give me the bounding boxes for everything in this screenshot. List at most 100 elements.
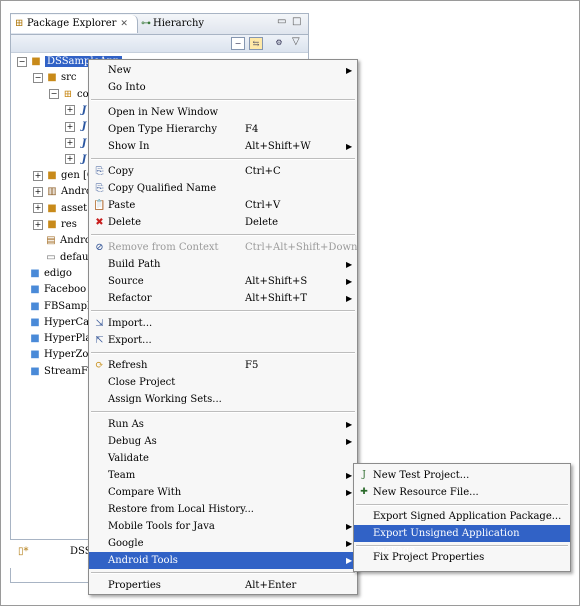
tree-item[interactable]: ■ StreamF <box>17 364 88 380</box>
submenu-item-export-unsigned-application-package[interactable]: Export Unsigned Application Package... <box>354 525 570 556</box>
menu-item-new[interactable]: New ▶ <box>89 62 357 79</box>
menu-item-open-type-hierarchy[interactable]: Open Type Hierarchy F4 <box>89 121 357 138</box>
collapse-toggle-icon[interactable]: − <box>17 56 27 67</box>
menu-item-debug-as[interactable]: Debug As ▶ <box>89 433 357 450</box>
menu-item-shortcut: Alt+Shift+W <box>245 141 311 152</box>
menu-item-show-in[interactable]: Show In Alt+Shift+W ▶ <box>89 138 357 155</box>
tree-item-label: asset <box>61 202 88 214</box>
menu-item-label: Paste <box>108 200 136 211</box>
menu-item-label: New <box>108 65 132 76</box>
manifest-icon: ▤ <box>46 235 56 247</box>
menu-item-label: Export... <box>108 335 152 346</box>
menu-item-build-path[interactable]: Build Path ▶ <box>89 256 357 273</box>
tab-package-explorer[interactable]: ⊞ Package Explorer ✕ <box>11 15 138 33</box>
expand-toggle-icon[interactable]: + <box>33 219 43 230</box>
tree-item-label: src <box>61 72 77 84</box>
tree-item-label: co <box>77 88 89 100</box>
menu-item-shortcut: Alt+Enter <box>245 580 297 591</box>
collapse-toggle-icon[interactable]: − <box>33 72 43 83</box>
menu-item-import[interactable]: ⇲ Import... <box>89 315 357 332</box>
tree-item[interactable]: ■ edigo <box>17 266 72 282</box>
menu-item-android-tools[interactable]: Android Tools ▶ <box>89 552 357 569</box>
menu-item-label: Run As <box>108 419 144 430</box>
folder-icon: ■ <box>47 202 57 214</box>
menu-item-copy[interactable]: ⎘ Copy Ctrl+C <box>89 163 357 180</box>
tree-item[interactable]: − ⊞ co <box>49 87 89 103</box>
tree-item[interactable]: ▭ defau <box>33 250 88 266</box>
submenu-item-new-resource-file[interactable]: ✚ New Resource File... <box>354 484 570 501</box>
menu-item-paste[interactable]: 📋 Paste Ctrl+V <box>89 197 357 214</box>
menu-item-go-into[interactable]: Go Into <box>89 79 357 96</box>
minimize-icon[interactable]: ▭ <box>277 16 286 27</box>
expand-toggle-icon[interactable]: + <box>65 121 75 132</box>
menu-item-close-project[interactable]: Close Project <box>89 374 357 391</box>
expand-toggle-icon[interactable]: + <box>33 186 43 197</box>
test-project-icon: J <box>362 470 366 480</box>
gen-folder-icon: ■ <box>47 170 57 182</box>
menu-item-export[interactable]: ⇱ Export... <box>89 332 357 349</box>
export-icon: ⇱ <box>95 335 104 346</box>
expand-toggle-icon[interactable]: + <box>33 170 43 181</box>
menu-item-assign-working-sets[interactable]: Assign Working Sets... <box>89 391 357 408</box>
tree-item[interactable]: − ■ src <box>33 70 77 86</box>
tree-item[interactable]: ▤ Andro <box>33 233 91 249</box>
collapse-all-icon[interactable]: − <box>231 37 245 50</box>
menu-item-label: Refactor <box>108 293 152 304</box>
filter-icon[interactable]: ⚙ <box>273 37 285 48</box>
expand-toggle-icon[interactable]: + <box>65 138 75 148</box>
expand-toggle-icon[interactable]: + <box>33 203 43 214</box>
submenu-item-fix-project-properties[interactable]: Fix Project Properties <box>354 549 570 566</box>
menu-item-open-in-new-window[interactable]: Open in New Window <box>89 104 357 121</box>
tree-item[interactable]: ■ FBSampl <box>17 299 90 315</box>
menu-item-google[interactable]: Google ▶ <box>89 535 357 552</box>
menu-item-shortcut: F5 <box>245 360 259 371</box>
menu-item-properties[interactable]: Properties Alt+Enter <box>89 577 357 594</box>
menu-item-validate[interactable]: Validate <box>89 450 357 467</box>
submenu-item-label: Fix Project Properties <box>373 552 485 563</box>
menu-item-shortcut: Delete <box>245 217 278 228</box>
menu-item-label: Close Project <box>108 377 176 388</box>
menu-item-copy-qualified-name[interactable]: ⎘ Copy Qualified Name <box>89 180 357 197</box>
folder-icon: ■ <box>47 219 57 230</box>
view-menu-icon[interactable]: ▽ <box>292 36 300 47</box>
menu-item-source[interactable]: Source Alt+Shift+S ▶ <box>89 273 357 290</box>
menu-item-label: Assign Working Sets... <box>108 394 222 405</box>
tab-hierarchy[interactable]: ⊶ Hierarchy <box>137 15 215 33</box>
menu-item-run-as[interactable]: Run As ▶ <box>89 416 357 433</box>
tree-item[interactable]: ■ HyperZo <box>17 347 88 363</box>
submenu-item-new-test-project[interactable]: J New Test Project... <box>354 467 570 484</box>
menu-item-compare-with[interactable]: Compare With ▶ <box>89 484 357 501</box>
tree-item[interactable]: ■ HyperPla <box>17 331 91 347</box>
submenu-item-label: Export Signed Application Package... <box>373 511 562 522</box>
collapse-toggle-icon[interactable]: − <box>49 89 59 100</box>
menu-item-mobile-tools-for-java[interactable]: Mobile Tools for Java ▶ <box>89 518 357 535</box>
maximize-icon[interactable]: □ <box>292 16 301 27</box>
menu-item-restore-from-local-history[interactable]: Restore from Local History... <box>89 501 357 518</box>
paste-icon: 📋 <box>93 200 106 211</box>
tree-item[interactable]: ■ Faceboo <box>17 282 86 298</box>
tree-item[interactable]: + ■ asset <box>33 201 87 217</box>
tree-item[interactable]: + ■ res <box>33 217 77 233</box>
expand-toggle-icon[interactable]: + <box>65 105 75 116</box>
tree-item[interactable]: + ■ gen [G <box>33 168 95 184</box>
menu-item-refactor[interactable]: Refactor Alt+Shift+T ▶ <box>89 290 357 307</box>
menu-item-delete[interactable]: ✖ Delete Delete <box>89 214 357 231</box>
menu-item-refresh[interactable]: ⟳ Refresh F5 <box>89 357 357 374</box>
expand-toggle-icon[interactable]: + <box>65 154 75 165</box>
tree-item[interactable]: ■ HyperCa <box>17 315 89 331</box>
tree-item[interactable]: + ▥ Andro <box>33 184 92 200</box>
remove-context-icon: ⊘ <box>95 242 104 253</box>
menu-item-shortcut: F4 <box>245 124 259 135</box>
menu-item-label: Source <box>108 276 144 287</box>
menu-item-team[interactable]: Team ▶ <box>89 467 357 484</box>
menu-item-label: Show In <box>108 141 150 152</box>
close-icon[interactable]: ✕ <box>120 19 128 29</box>
library-icon: ▥ <box>47 186 57 198</box>
menu-item-label: Google <box>108 538 144 549</box>
menu-item-label: Team <box>108 470 136 481</box>
menu-item-label: Validate <box>108 453 149 464</box>
submenu-item-export-signed-application-package[interactable]: Export Signed Application Package... <box>354 508 570 525</box>
menu-item-label: Mobile Tools for Java <box>108 521 215 532</box>
link-with-editor-icon[interactable]: ⇆ <box>249 37 263 50</box>
tree-item-label: StreamF <box>44 365 88 377</box>
